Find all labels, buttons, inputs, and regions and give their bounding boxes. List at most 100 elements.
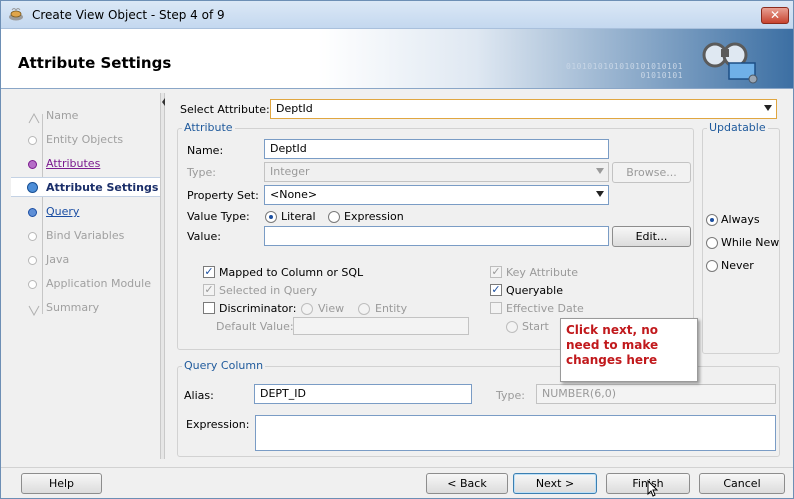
edit-button[interactable]: Edit...	[612, 226, 691, 247]
step-marker-icon	[28, 160, 37, 169]
updatable-group: Updatable Always While New Never	[702, 121, 780, 354]
value-type-expression-radio[interactable]	[328, 211, 340, 223]
key-attribute-checkbox: ✓	[490, 265, 502, 278]
select-attribute-value: DeptId	[276, 102, 313, 115]
queryable-label: Queryable	[506, 284, 563, 297]
instruction-callout: Click next, no need to make changes here	[560, 318, 698, 382]
dialog-window: Create View Object - Step 4 of 9 ✕ Attri…	[0, 0, 794, 499]
property-set-label: Property Set:	[187, 189, 259, 202]
page-title: Attribute Settings	[18, 54, 172, 72]
value-field[interactable]	[264, 226, 609, 246]
nav-step-application-module: Application Module	[11, 274, 161, 294]
value-type-literal-radio[interactable]	[265, 211, 277, 223]
nav-step-attributes[interactable]: Attributes	[11, 154, 161, 174]
query-type-label: Type:	[496, 389, 525, 402]
collapse-arrow-icon[interactable]	[161, 97, 166, 107]
attribute-group: Attribute Name: DeptId Type: Integer Bro…	[177, 121, 694, 350]
alias-label: Alias:	[184, 389, 214, 402]
value-type-label: Value Type:	[187, 210, 250, 223]
name-label: Name:	[187, 144, 224, 157]
next-button[interactable]: Next >	[513, 473, 597, 494]
updatable-always-radio[interactable]	[706, 214, 718, 226]
name-field-value: DeptId	[270, 142, 307, 155]
dropdown-arrow-icon	[764, 105, 772, 111]
step-marker-icon	[28, 256, 37, 265]
key-attribute-label: Key Attribute	[506, 266, 579, 279]
updatable-while-new-radio[interactable]	[706, 237, 718, 249]
nav-step-label: Attribute Settings	[46, 181, 159, 194]
window-title: Create View Object - Step 4 of 9	[32, 8, 225, 22]
close-button[interactable]: ✕	[761, 7, 789, 24]
updatable-while-new-label: While New	[721, 236, 780, 249]
mapped-to-column-label: Mapped to Column or SQL	[219, 266, 364, 279]
nav-step-name[interactable]: Name	[11, 106, 161, 126]
nav-step-bind-variables: Bind Variables	[11, 226, 161, 246]
cancel-button[interactable]: Cancel	[699, 473, 785, 494]
help-button[interactable]: Help	[21, 473, 102, 494]
alias-field[interactable]: DEPT_ID	[254, 384, 472, 404]
updatable-never-label: Never	[721, 259, 754, 272]
default-value-field	[293, 317, 469, 335]
binary-decoration-text: 0101010101010101010101 01010101	[566, 62, 683, 80]
step-marker-icon	[28, 208, 37, 217]
binary-decoration: 0101010101010101010101 01010101	[566, 62, 683, 80]
nav-step-query[interactable]: Query	[11, 202, 161, 222]
discriminator-view-radio	[301, 303, 313, 315]
value-label: Value:	[187, 230, 221, 243]
dropdown-arrow-icon	[596, 191, 604, 197]
expression-field[interactable]	[255, 415, 776, 451]
nav-splitter[interactable]	[160, 93, 165, 459]
mapped-to-column-checkbox[interactable]: ✓	[203, 266, 215, 278]
discriminator-view-label: View	[318, 302, 345, 315]
attribute-group-legend: Attribute	[182, 121, 235, 134]
nav-step-java: Java	[11, 250, 161, 270]
nav-step-label: Entity Objects	[46, 133, 124, 146]
mouse-cursor-icon	[647, 480, 659, 497]
type-value: Integer	[270, 165, 310, 178]
attribute-settings-panel: Select Attribute: DeptId Attribute Name:…	[167, 93, 789, 459]
browse-button: Browse...	[612, 162, 691, 183]
discriminator-entity-radio	[358, 303, 370, 315]
updatable-never-radio[interactable]	[706, 260, 718, 272]
effective-date-label: Effective Date	[506, 302, 584, 315]
discriminator-label: Discriminator:	[219, 302, 297, 315]
query-type-value: NUMBER(6,0)	[542, 387, 616, 400]
value-type-expression-label: Expression	[344, 210, 404, 223]
property-set-combo[interactable]: <None>	[264, 185, 609, 205]
callout-text: Click next, no need to make changes here	[566, 323, 659, 367]
nav-step-label: Bind Variables	[46, 229, 125, 242]
selected-in-query-label: Selected in Query	[219, 284, 318, 297]
nav-step-entity-objects[interactable]: Entity Objects	[11, 130, 161, 150]
discriminator-checkbox[interactable]	[203, 302, 215, 314]
name-field[interactable]: DeptId	[264, 139, 609, 159]
back-button[interactable]: < Back	[426, 473, 508, 494]
nav-step-label: Name	[46, 109, 79, 122]
step-marker-icon	[27, 182, 38, 193]
nav-step-label: Attributes	[46, 157, 101, 170]
step-marker-icon	[28, 280, 37, 289]
nav-step-label: Application Module	[46, 277, 151, 290]
nav-step-attribute-settings[interactable]: Attribute Settings	[11, 177, 161, 197]
step-marker-icon	[28, 136, 37, 145]
step-marker-icon	[28, 112, 40, 124]
nav-step-label: Query	[46, 205, 80, 218]
default-value-label: Default Value:	[216, 320, 294, 333]
start-radio	[506, 321, 518, 333]
step-marker-icon	[28, 232, 37, 241]
step-marker-icon	[28, 304, 40, 317]
effective-date-checkbox	[490, 302, 502, 314]
type-label: Type:	[187, 166, 216, 179]
dropdown-arrow-icon	[596, 168, 604, 174]
nav-step-label: Java	[46, 253, 70, 266]
updatable-group-legend: Updatable	[707, 121, 768, 134]
start-label: Start	[522, 320, 549, 333]
select-attribute-label: Select Attribute:	[180, 103, 270, 116]
dialog-footer: Help < Back Next > Finish Cancel	[1, 467, 793, 498]
nav-step-label: Summary	[46, 301, 100, 314]
page-header: Attribute Settings 010101010101010101010…	[1, 29, 793, 89]
select-attribute-combo[interactable]: DeptId	[270, 99, 777, 119]
query-type-field: NUMBER(6,0)	[536, 384, 776, 404]
expression-label: Expression:	[186, 418, 250, 431]
queryable-checkbox[interactable]: ✓	[490, 284, 502, 296]
discriminator-entity-label: Entity	[375, 302, 408, 315]
